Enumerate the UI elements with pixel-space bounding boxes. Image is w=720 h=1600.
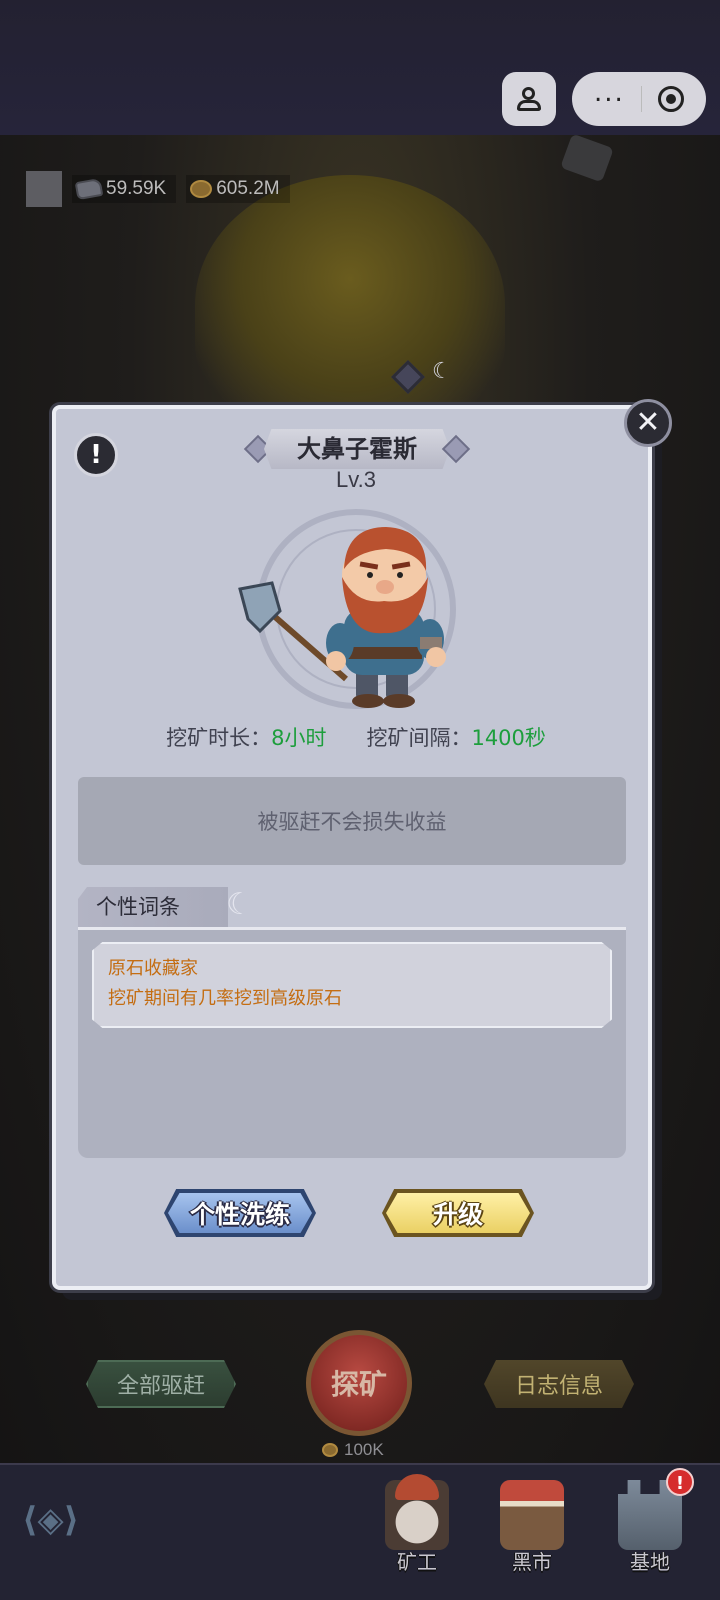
traits-panel: 原石收藏家 挖矿期间有几率挖到高级原石	[78, 930, 626, 1158]
evict-notice: 被驱赶不会损失收益	[78, 777, 626, 865]
tab-market-label: 黑市	[512, 1550, 552, 1574]
trait-name: 原石收藏家	[108, 958, 198, 979]
ore-resource: 59.59K	[72, 175, 177, 203]
dialog-ornament: ☾	[374, 359, 454, 413]
traits-tab: 个性词条 ☾	[78, 887, 268, 927]
dialog-panel: ☾ ! 大鼻子霍斯 Lv.3 挖矿时长：8小时 挖矿间隔：1400秒 被驱赶不会…	[52, 359, 672, 1290]
tab-black-market[interactable]: 黑市	[482, 1480, 582, 1590]
market-stall-icon	[500, 1480, 564, 1550]
character-level: Lv.3	[336, 467, 376, 492]
close-button[interactable]: ✕	[624, 399, 672, 447]
ore-count: 59.59K	[106, 178, 167, 199]
trait-description: 挖矿期间有几率挖到高级原石	[108, 988, 342, 1009]
name-banner: 大鼻子霍斯	[234, 429, 480, 469]
mining-interval: 挖矿间隔：1400秒	[366, 722, 545, 752]
log-info-button[interactable]: 日志信息	[484, 1360, 634, 1408]
miner-detail-dialog: ☾ ! 大鼻子霍斯 Lv.3 挖矿时长：8小时 挖矿间隔：1400秒 被驱赶不会…	[52, 359, 672, 1300]
capsule-divider	[640, 86, 642, 112]
log-info-label: 日志信息	[514, 1374, 603, 1399]
explore-cost: 100K	[322, 1440, 384, 1460]
profile-button[interactable]	[502, 72, 556, 126]
trait-reroll-button[interactable]: 个性洗练	[164, 1189, 316, 1237]
moon-ornament-icon: ☾	[432, 359, 452, 384]
explore-cost-value: 100K	[344, 1440, 384, 1459]
coin-icon	[322, 1443, 338, 1457]
trait-reroll-label: 个性洗练	[189, 1200, 290, 1229]
mining-duration-label: 挖矿时长：	[166, 726, 272, 750]
tab-base-label: 基地	[630, 1550, 670, 1574]
person-icon	[515, 85, 543, 113]
mining-interval-value: 1400秒	[471, 726, 546, 750]
explore-button[interactable]: 探矿	[306, 1330, 412, 1436]
ore-icon	[74, 177, 104, 201]
character-portrait	[236, 509, 476, 719]
coin-icon	[190, 180, 213, 198]
menu-capsule: ...	[572, 72, 706, 126]
diamond-ornament-icon	[391, 360, 425, 394]
mining-interval-label: 挖矿间隔：	[366, 726, 472, 750]
dwarf-miner-image	[238, 527, 446, 708]
tab-base[interactable]: ! 基地	[600, 1468, 700, 1590]
mining-duration: 挖矿时长：8小时	[166, 722, 326, 752]
banner-wing-right	[434, 431, 480, 467]
evict-all-button[interactable]: 全部驱赶	[86, 1360, 236, 1408]
character-name: 大鼻子霍斯	[297, 435, 417, 463]
mine-light	[195, 175, 505, 435]
upgrade-label: 升级	[432, 1200, 483, 1229]
info-icon: !	[90, 440, 102, 470]
gold-count: 605.2M	[216, 178, 280, 199]
moon-ornament-icon: ☾	[226, 887, 253, 922]
more-icon[interactable]: ...	[594, 80, 625, 106]
resource-bar: 59.59K 605.2M	[20, 170, 290, 208]
tab-miner[interactable]: 矿工	[367, 1474, 467, 1590]
trait-card: 原石收藏家 挖矿期间有几率挖到高级原石	[92, 942, 612, 1028]
mining-duration-value: 8小时	[271, 726, 327, 750]
game-logo-icon[interactable]: ⟨◈⟩	[22, 1500, 108, 1544]
gold-resource: 605.2M	[186, 175, 290, 203]
explore-label: 探矿	[330, 1368, 387, 1401]
miner-stats: 挖矿时长：8小时 挖矿间隔：1400秒	[56, 722, 656, 752]
menu-square-icon[interactable]	[26, 171, 62, 207]
notification-badge: !	[666, 1468, 694, 1496]
evict-all-label: 全部驱赶	[116, 1374, 205, 1399]
tab-miner-label: 矿工	[397, 1550, 437, 1574]
traits-tab-label: 个性词条	[96, 895, 180, 919]
close-miniprogram-icon[interactable]	[657, 86, 684, 112]
upgrade-button[interactable]: 升级	[382, 1189, 534, 1237]
close-icon: ✕	[635, 405, 661, 440]
